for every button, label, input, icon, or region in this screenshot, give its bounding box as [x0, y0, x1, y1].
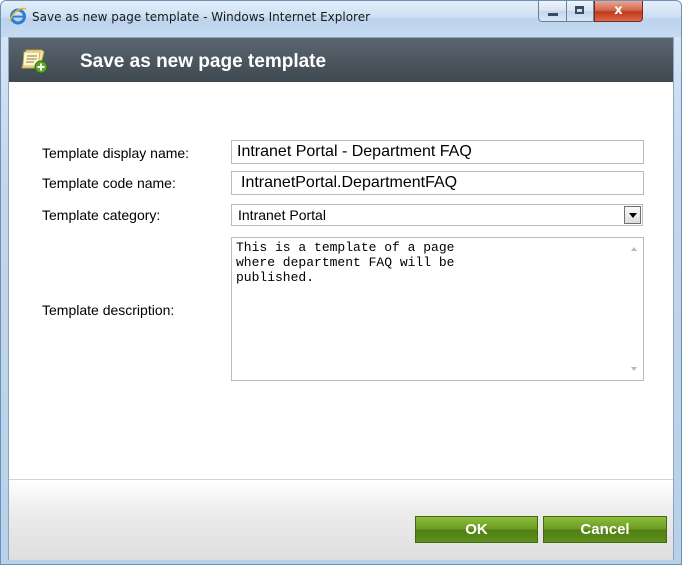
category-label: Template category: — [42, 207, 161, 223]
page-template-add-icon — [21, 49, 48, 74]
dialog-header: Save as new page template — [9, 38, 673, 82]
title-bar[interactable]: Save as new page template - Windows Inte… — [1, 1, 681, 37]
maximize-icon — [575, 6, 584, 14]
description-label: Template description: — [42, 302, 175, 318]
maximize-button[interactable] — [567, 1, 594, 22]
category-select[interactable]: Intranet Portal — [231, 204, 643, 226]
dialog-footer: OK Cancel — [9, 479, 673, 560]
minimize-button[interactable] — [538, 1, 567, 22]
close-button[interactable]: x — [594, 1, 643, 22]
description-text: This is a template of a page where depar… — [236, 240, 455, 285]
close-icon: x — [614, 3, 623, 18]
chevron-down-icon[interactable] — [624, 206, 641, 224]
scroll-up-icon[interactable] — [631, 247, 637, 251]
ok-button[interactable]: OK — [415, 516, 538, 543]
scroll-down-icon[interactable] — [631, 367, 637, 371]
category-selected-value: Intranet Portal — [238, 207, 326, 223]
code-name-input[interactable] — [231, 171, 644, 195]
description-textarea[interactable]: This is a template of a page where depar… — [231, 237, 644, 381]
dialog-title: Save as new page template — [80, 51, 327, 72]
code-name-label: Template code name: — [42, 175, 176, 191]
browser-window: Save as new page template - Windows Inte… — [0, 0, 682, 565]
window-title: Save as new page template - Windows Inte… — [32, 10, 371, 24]
internet-explorer-icon — [9, 7, 27, 25]
cancel-button[interactable]: Cancel — [543, 516, 667, 543]
display-name-input[interactable] — [231, 140, 644, 164]
dialog-content: Save as new page template Template displ… — [8, 37, 674, 560]
display-name-label: Template display name: — [42, 145, 190, 161]
minimize-icon — [548, 13, 558, 16]
description-scrollbar[interactable] — [626, 238, 643, 380]
